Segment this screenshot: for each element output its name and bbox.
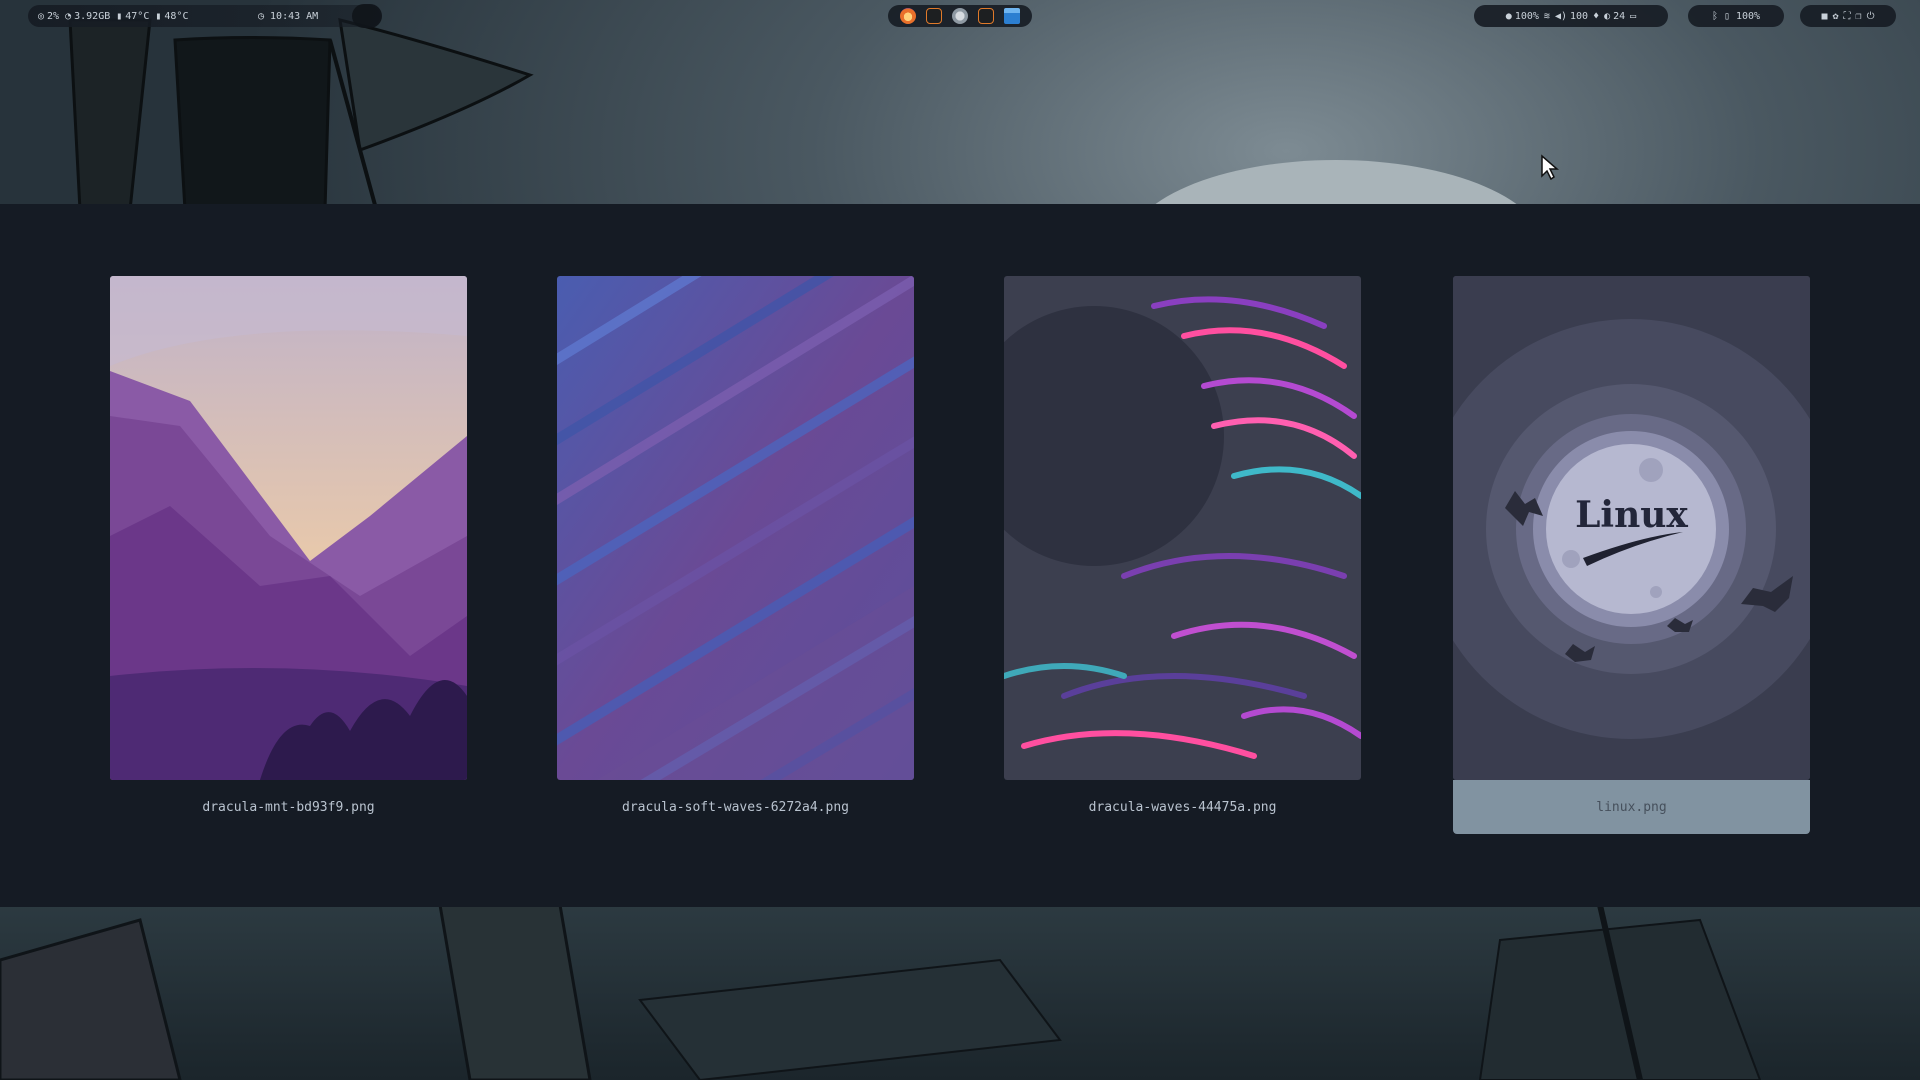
wallpaper-thumbnail-mountains [110,276,467,780]
moon-icon: ◐ [1604,10,1611,22]
volume-control[interactable]: ◀) 100 [1555,11,1588,22]
workspace-indicator[interactable] [352,4,382,28]
settings-icon[interactable]: ✿ [1833,11,1839,22]
wallpaper-filename: linux.png [1453,780,1810,834]
clock[interactable]: ◷ 10:43 AM [248,5,334,27]
terminal-icon[interactable] [926,8,942,24]
memory-usage: 3.92GB [74,10,111,22]
power-icon[interactable]: ⏻ [1867,11,1875,22]
bluetooth-icon: ᛒ [1711,10,1718,22]
battery-icon: ▯ [1723,10,1730,22]
memory-icon: ◔ [65,10,72,22]
wallpaper-filename: dracula-soft-waves-6272a4.png [622,799,849,815]
wallpaper-thumbnail-linux: Linux [1453,276,1810,780]
chromium-icon[interactable] [952,8,968,24]
clock-time: 10:43 AM [270,10,319,22]
status-indicators: ● 100% ≋ ◀) 100 ♦ ◐ 24 ▭ [1474,5,1668,27]
brightness-icon: ● [1505,10,1512,22]
volume-icon: ◀) [1554,10,1567,22]
mouse-cursor-icon [1541,154,1560,180]
brightness-level: 100% [1514,10,1539,22]
night-light-control[interactable]: ◐ 24 [1604,11,1625,22]
volume-level: 100 [1570,10,1589,22]
app-launcher [888,5,1032,27]
keyboard-icon[interactable]: ▭ [1630,11,1636,22]
file-manager-icon[interactable] [1004,8,1020,24]
wallpaper-thumbnail-soft-waves [557,276,914,780]
microphone-icon[interactable]: ♦ [1593,11,1599,22]
thermometer-icon: ▮ [155,10,162,22]
night-light-level: 24 [1613,10,1626,22]
cpu-temperature: 47°C [125,10,150,22]
screenshot-icon[interactable]: ⛶ [1844,11,1851,22]
clock-icon: ◷ [258,10,265,22]
firefox-icon[interactable] [900,8,916,24]
gpu-temperature: 48°C [164,10,189,22]
bluetooth-status[interactable]: ᛒ ▯ 100% [1688,5,1784,27]
windows-icon[interactable]: ❐ [1856,11,1862,22]
cpu-usage: 2% [47,10,60,22]
cpu-icon: ◎ [38,10,45,22]
wallpaper-filename: dracula-waves-44475a.png [1088,799,1277,815]
lock-icon[interactable]: ■ [1821,11,1827,22]
wallpaper-thumbnail-waves [1004,276,1361,780]
wifi-icon[interactable]: ≋ [1544,11,1550,22]
linux-logo-text: Linux [1575,494,1688,536]
wallpaper-picker: dracula-mnt-bd93f9.png dracula-soft-wave… [0,204,1920,907]
top-bar: ◎ 2% ◔ 3.92GB ▮ 47°C ▮ 48°C ◷ 10:43 AM ● 100% … [0,0,1920,32]
session-controls: ■ ✿ ⛶ ❐ ⏻ [1800,5,1896,27]
bluetooth-battery-level: 100% [1735,10,1761,22]
wallpaper-filename: dracula-mnt-bd93f9.png [202,799,375,815]
terminal-icon[interactable] [978,8,994,24]
brightness-control[interactable]: ● 100% [1506,11,1539,22]
thermometer-icon: ▮ [116,10,123,22]
